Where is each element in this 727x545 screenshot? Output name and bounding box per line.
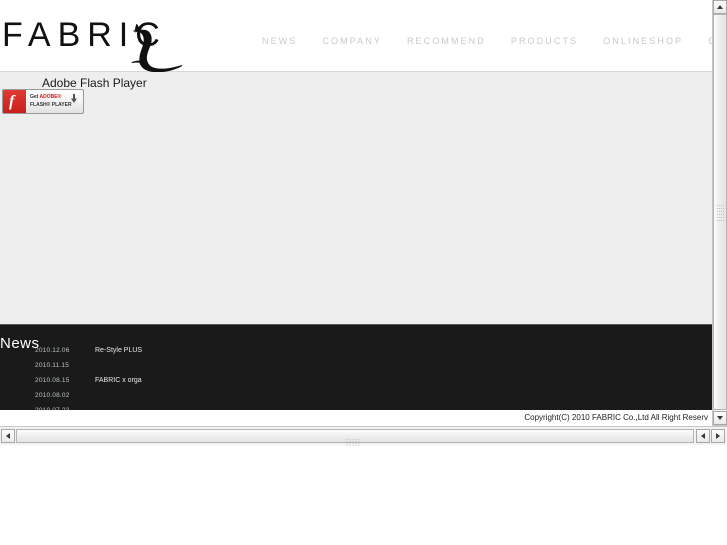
horizontal-scrollbar[interactable] (0, 426, 727, 464)
flash-player-label: Adobe Flash Player (42, 76, 147, 90)
nav-item-company[interactable]: COMPANY (322, 34, 382, 48)
below-viewport-blank-area (0, 446, 727, 545)
scroll-up-button[interactable] (713, 0, 727, 14)
site-footer: Copyright(C) 2010 FABRIC Co.,Ltd All Rig… (0, 410, 712, 425)
news-section: News 2010.12.06 Re-Style PLUS 2010.11.15 … (0, 324, 712, 414)
browser-window: FABRIC NEWS COMPANY RECOMMEND PRODUCTS ONLIN… (0, 0, 727, 545)
arrow-up-icon (717, 5, 723, 9)
vertical-scroll-thumb[interactable] (713, 14, 727, 410)
cat-silhouette-icon (131, 24, 182, 72)
badge-adobe-text: ADOBE® (39, 94, 62, 100)
arrow-left-icon (6, 433, 10, 439)
news-row: 2010.08.15 FABRIC x orga (35, 369, 535, 384)
nav-item-news[interactable]: NEWS (262, 34, 297, 48)
scroll-left-button[interactable] (1, 429, 15, 443)
news-row: 2010.07.23 (35, 399, 535, 414)
scroll-down-button[interactable] (713, 411, 727, 425)
news-row: 2010.11.15 (35, 354, 535, 369)
main-navigation: NEWSCOMPANYRECOMMENDPRODUCTSONLINESHOPCO… (262, 31, 712, 48)
vertical-scroll-track[interactable] (713, 14, 727, 411)
site-header: FABRIC NEWS COMPANY RECOMMEND PRODUCTS ONLIN… (0, 0, 712, 72)
nav-item-products[interactable]: PRODUCTS (511, 34, 578, 48)
vertical-scrollbar[interactable] (712, 0, 727, 425)
download-arrow-icon (71, 94, 77, 103)
news-row: 2010.12.06 Re-Style PLUS (35, 339, 535, 354)
page-viewport: FABRIC NEWS COMPANY RECOMMEND PRODUCTS ONLIN… (0, 0, 712, 425)
arrow-down-icon (717, 416, 723, 420)
grip-dots-icon (346, 433, 364, 464)
nav-item-onlineshop[interactable]: ONLINESHOP (603, 34, 683, 48)
arrow-right-icon (716, 433, 720, 439)
get-flash-player-badge[interactable]: f Get ADOBE® FLASH® PLAYER (2, 89, 84, 114)
scroll-left-button-secondary[interactable] (696, 429, 710, 443)
news-row: 2010.08.02 (35, 384, 535, 399)
flash-f-glyph: f (9, 93, 15, 110)
badge-line-two: FLASH® PLAYER (30, 102, 72, 108)
news-heading: News (0, 335, 40, 352)
badge-get-text: Get (30, 94, 40, 100)
arrow-left-icon (701, 433, 705, 439)
scroll-right-button[interactable] (711, 429, 725, 443)
horizontal-scroll-thumb[interactable] (16, 429, 694, 464)
news-list: 2010.12.06 Re-Style PLUS 2010.11.15 2010.… (35, 339, 535, 414)
copyright-text: Copyright(C) 2010 FABRIC Co.,Ltd All Rig… (524, 413, 708, 422)
grip-dots-icon (717, 205, 724, 222)
flash-stage: Adobe Flash Player f Get ADOBE® FLASH® P… (0, 72, 712, 324)
horizontal-scroll-track[interactable] (16, 429, 694, 464)
flash-logo-icon: f (3, 90, 26, 113)
badge-line-one: Get ADOBE® (30, 94, 61, 101)
site-logo[interactable]: FABRIC (0, 10, 200, 72)
nav-item-recommend[interactable]: RECOMMEND (407, 34, 486, 48)
